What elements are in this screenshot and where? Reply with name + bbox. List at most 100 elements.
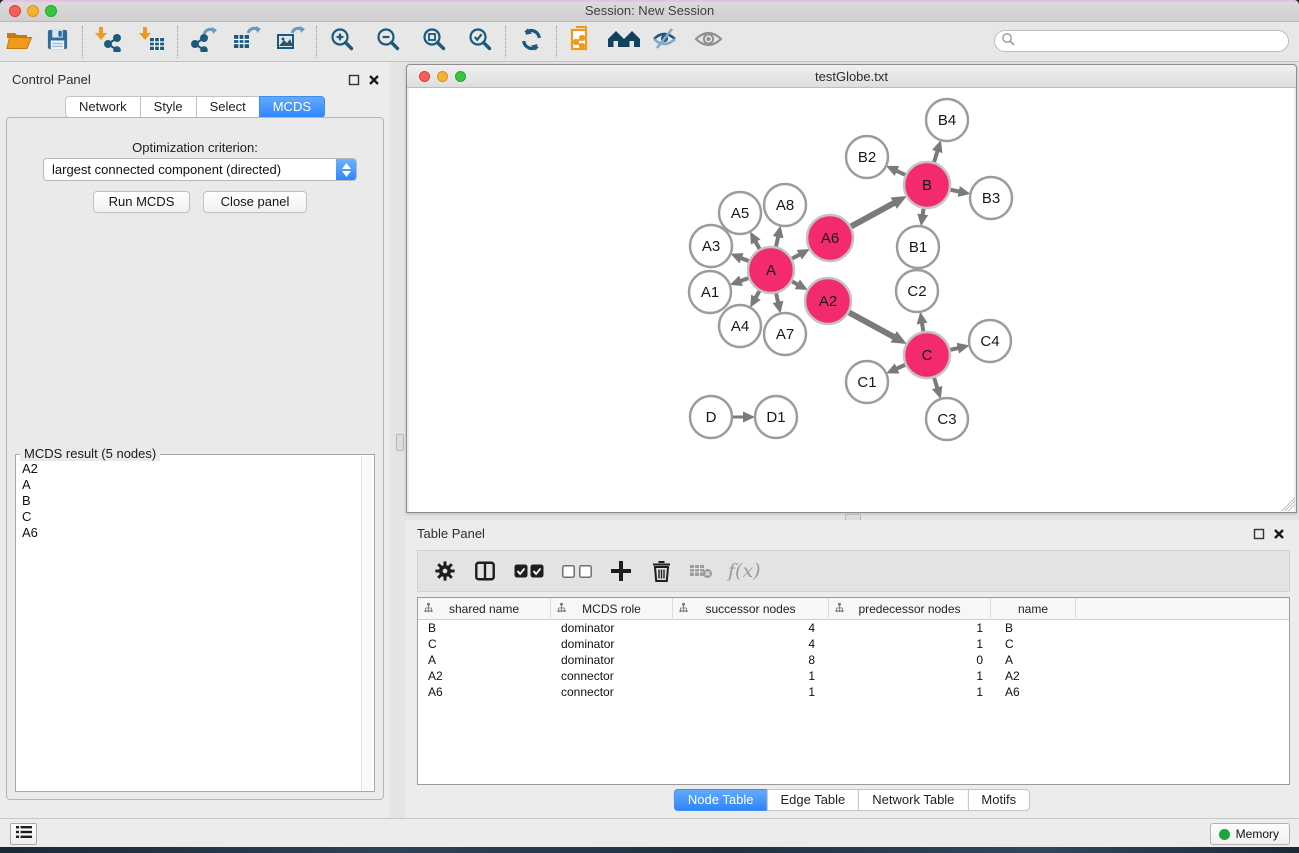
table-cell: C	[418, 636, 551, 652]
search-box[interactable]	[994, 30, 1289, 52]
column-header-MCDS-role[interactable]: MCDS role	[551, 598, 673, 620]
node-A7[interactable]: A7	[764, 313, 806, 355]
refresh-button[interactable]	[514, 25, 548, 59]
node-B2[interactable]: B2	[846, 136, 888, 178]
float-panel-icon[interactable]	[348, 73, 362, 87]
node-A8[interactable]: A8	[764, 184, 806, 226]
table-tab-network-table[interactable]: Network Table	[858, 789, 968, 811]
node-C2[interactable]: C2	[896, 270, 938, 312]
node-B3[interactable]: B3	[970, 177, 1012, 219]
table-row[interactable]: Bdominator41B	[418, 620, 1289, 636]
mcds-result-groupbox: MCDS result (5 nodes) A2ABCA6	[15, 454, 375, 792]
tab-mcds[interactable]: MCDS	[259, 96, 325, 118]
optimization-criterion-dropdown[interactable]: largest connected component (directed)	[43, 158, 357, 181]
run-mcds-button[interactable]: Run MCDS	[93, 191, 190, 213]
svg-text:A6: A6	[821, 230, 839, 247]
task-history-button[interactable]	[10, 823, 37, 845]
mcds-result-item[interactable]: A	[18, 477, 360, 493]
node-B1[interactable]: B1	[897, 226, 939, 268]
mcds-result-item[interactable]: B	[18, 493, 360, 509]
memory-button[interactable]: Memory	[1210, 823, 1290, 845]
table-row[interactable]: Cdominator41C	[418, 636, 1289, 652]
mcds-result-item[interactable]: A6	[18, 525, 360, 541]
table-row[interactable]: A6connector11A6	[418, 684, 1289, 700]
export-image-button[interactable]	[274, 25, 308, 59]
node-B4[interactable]: B4	[926, 99, 968, 141]
node-A6[interactable]: A6	[807, 215, 853, 261]
select-all-checkboxes-icon[interactable]	[512, 556, 546, 586]
close-table-panel-icon[interactable]	[1273, 527, 1287, 541]
search-input[interactable]	[1015, 32, 1288, 50]
mcds-result-item[interactable]: C	[18, 509, 360, 525]
svg-text:A5: A5	[731, 205, 749, 222]
table-header-row: shared nameMCDS rolesuccessor nodesprede…	[418, 598, 1289, 620]
column-type-icon	[556, 602, 567, 616]
node-C3[interactable]: C3	[926, 398, 968, 440]
add-column-icon[interactable]	[608, 556, 634, 586]
show-panels-button[interactable]	[691, 25, 725, 59]
toolbar-separator	[82, 26, 83, 58]
tab-select[interactable]: Select	[196, 96, 260, 118]
node-C1[interactable]: C1	[846, 361, 888, 403]
node-A[interactable]: A	[748, 247, 794, 293]
column-header-successor-nodes[interactable]: successor nodes	[673, 598, 829, 620]
node-C4[interactable]: C4	[969, 320, 1011, 362]
zoom-selected-button[interactable]	[463, 25, 497, 59]
table-body: Bdominator41BCdominator41CAdominator80AA…	[418, 620, 1289, 700]
node-table: shared nameMCDS rolesuccessor nodesprede…	[417, 597, 1290, 785]
node-A5[interactable]: A5	[719, 192, 761, 234]
column-header-name[interactable]: name	[991, 598, 1076, 620]
result-list-scrollbar[interactable]	[361, 456, 373, 790]
export-table-button[interactable]	[230, 25, 264, 59]
node-B[interactable]: B	[904, 162, 950, 208]
tab-style[interactable]: Style	[140, 96, 197, 118]
save-session-button[interactable]	[40, 25, 74, 59]
table-row[interactable]: Adominator80A	[418, 652, 1289, 668]
zoom-in-button[interactable]	[325, 25, 359, 59]
show-column-icon[interactable]	[472, 556, 498, 586]
table-tab-node-table[interactable]: Node Table	[674, 789, 768, 811]
window-resize-grip[interactable]	[1281, 497, 1295, 511]
zoom-out-button[interactable]	[371, 25, 405, 59]
delete-column-trash-icon[interactable]	[648, 556, 674, 586]
import-network-button[interactable]	[91, 25, 125, 59]
table-cell: 4	[673, 620, 829, 636]
network-document-icon	[569, 26, 595, 58]
node-A4[interactable]: A4	[719, 305, 761, 347]
table-tab-motifs[interactable]: Motifs	[967, 789, 1030, 811]
import-table-button[interactable]	[135, 25, 169, 59]
dropdown-stepper-icon[interactable]	[336, 159, 356, 180]
table-row[interactable]: A2connector11A2	[418, 668, 1289, 684]
node-D[interactable]: D	[690, 396, 732, 438]
column-header-predecessor-nodes[interactable]: predecessor nodes	[829, 598, 991, 620]
node-A1[interactable]: A1	[689, 271, 731, 313]
node-C[interactable]: C	[904, 332, 950, 378]
table-cell: 1	[829, 668, 991, 684]
network-window-titlebar[interactable]: testGlobe.txt	[407, 65, 1296, 88]
mcds-result-item[interactable]: A2	[18, 461, 360, 477]
export-network-button[interactable]	[186, 25, 220, 59]
zoom-fit-button[interactable]	[417, 25, 451, 59]
tab-network[interactable]: Network	[65, 96, 141, 118]
table-settings-gear-icon[interactable]	[432, 556, 458, 586]
vertical-splitter-handle[interactable]	[396, 434, 404, 451]
toolbar-separator	[556, 26, 557, 58]
close-panel-button[interactable]: Close panel	[203, 191, 307, 213]
node-A3[interactable]: A3	[690, 225, 732, 267]
node-D1[interactable]: D1	[755, 396, 797, 438]
export-network-icon	[190, 26, 217, 57]
hide-panels-button[interactable]	[647, 25, 681, 59]
home-button[interactable]	[607, 25, 641, 59]
table-cell: A	[991, 652, 1076, 668]
node-A2[interactable]: A2	[805, 278, 851, 324]
column-type-icon	[834, 602, 845, 616]
float-table-panel-icon[interactable]	[1253, 527, 1267, 541]
unselect-all-checkboxes-icon[interactable]	[560, 556, 594, 586]
desktop-wallpaper-strip	[0, 847, 1299, 853]
network-canvas[interactable]: B4 B2 B B3 A8 A5 A6 B1 A3 A A1 C2 A2 A4A7 C4 C C1 C3 D D1	[409, 88, 1294, 512]
table-tab-edge-table[interactable]: Edge Table	[766, 789, 859, 811]
column-header-shared-name[interactable]: shared name	[418, 598, 551, 620]
open-session-button[interactable]	[2, 25, 36, 59]
new-network-from-selection-button[interactable]	[565, 25, 599, 59]
close-panel-icon[interactable]	[368, 73, 382, 87]
